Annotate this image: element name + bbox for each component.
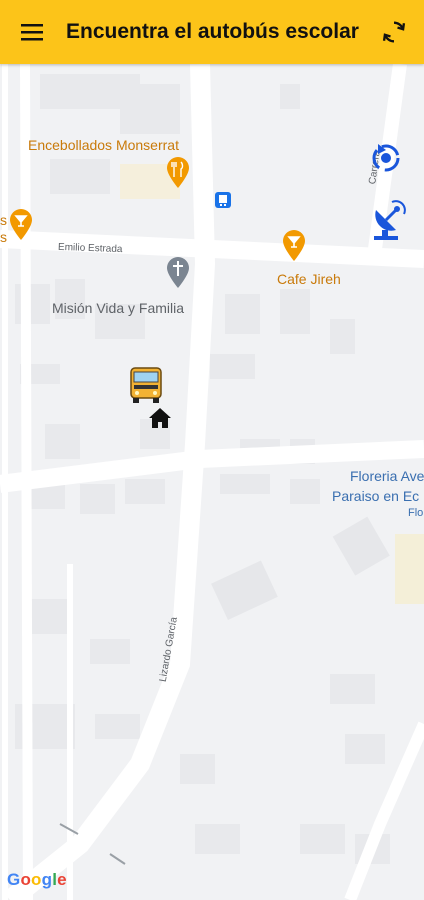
poi-label-left-b[interactable]: s <box>0 229 7 245</box>
church-pin-icon[interactable] <box>166 257 190 289</box>
poi-label-floreria-3[interactable]: Flo <box>408 507 423 519</box>
poi-label-floreria-1[interactable]: Floreria Ave <box>350 468 424 484</box>
poi-label-cafe-jireh[interactable]: Cafe Jireh <box>277 271 341 287</box>
google-attribution-logo: Google <box>7 870 67 889</box>
cafe-pin-icon-left[interactable] <box>9 209 33 241</box>
school-bus-icon[interactable] <box>129 366 163 404</box>
menu-button[interactable] <box>0 0 64 64</box>
poi-label-left-a[interactable]: s <box>0 212 7 228</box>
hamburger-menu-icon <box>21 24 43 41</box>
poi-label-floreria-2[interactable]: Paraiso en Ec <box>332 488 419 504</box>
street-label-emilio-estrada: Emilio Estrada <box>57 241 123 256</box>
restaurant-pin-icon[interactable] <box>166 157 190 189</box>
bus-stop-icon[interactable] <box>215 192 231 208</box>
poi-label-mision[interactable]: Misión Vida y Familia <box>52 300 184 316</box>
refresh-button[interactable] <box>364 0 424 64</box>
home-icon[interactable] <box>148 407 172 429</box>
cafe-pin-icon[interactable] <box>282 230 306 262</box>
satellite-dish-icon[interactable] <box>370 200 406 242</box>
map-view[interactable]: Encebollados Monserrat s s Emilio Estrad… <box>0 64 424 900</box>
app-title: Encuentra el autobús escolar <box>66 20 359 43</box>
gps-location-icon[interactable] <box>369 140 403 178</box>
refresh-icon <box>382 21 406 43</box>
poi-label-encebollados[interactable]: Encebollados Monserrat <box>28 137 179 153</box>
app-bar: Encuentra el autobús escolar <box>0 0 424 64</box>
